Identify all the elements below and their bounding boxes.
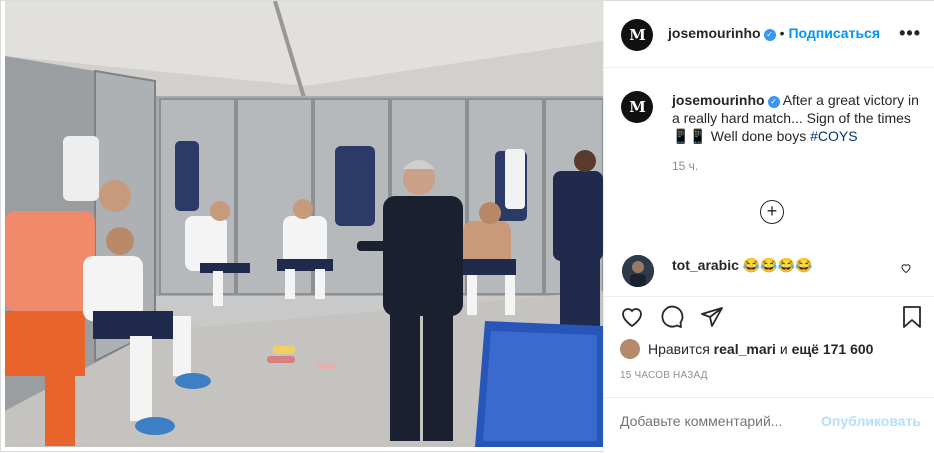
likes-prefix: Нравится [648, 341, 710, 357]
header-line: josemourinho ✓ • Подписаться [668, 25, 880, 41]
commenter-username[interactable]: tot_arabic [672, 257, 739, 273]
add-comment-bar: Опубликовать [604, 397, 934, 447]
caption-avatar-monogram: M [629, 98, 646, 116]
share-icon[interactable] [700, 305, 724, 329]
instagram-post: M josemourinho ✓ • Подписаться ••• M josemo… [0, 0, 934, 453]
caption-time: 15 ч. [672, 159, 699, 173]
heart-icon[interactable] [620, 305, 644, 329]
more-options-icon[interactable]: ••• [899, 23, 921, 44]
author-avatar[interactable]: M [621, 19, 653, 51]
publish-button[interactable]: Опубликовать [821, 413, 921, 429]
verified-badge-icon: ✓ [763, 29, 776, 41]
bookmark-icon[interactable] [900, 305, 924, 329]
caption-text-block: josemourinho ✓ After a great victory in a… [672, 91, 920, 145]
caption-verified-badge-icon: ✓ [767, 96, 780, 108]
post-header: M josemourinho ✓ • Подписаться ••• [604, 1, 934, 68]
add-comments-icon[interactable]: + [760, 200, 784, 224]
action-bar [604, 296, 934, 336]
caption-username[interactable]: josemourinho [672, 92, 765, 108]
post-photo[interactable] [5, 1, 603, 447]
separator-dot: • [779, 25, 785, 41]
locker-room-photo [5, 1, 603, 447]
add-comment-input[interactable] [620, 413, 820, 429]
commenter-avatar[interactable] [622, 255, 654, 287]
liker-avatar[interactable] [620, 339, 640, 359]
caption-avatar[interactable]: M [621, 91, 653, 123]
author-username[interactable]: josemourinho [668, 25, 761, 41]
caption-hashtag[interactable]: #COYS [810, 128, 857, 144]
posted-time[interactable]: 15 ЧАСОВ НАЗАД [620, 370, 708, 381]
avatar-monogram: M [629, 26, 646, 44]
comment-item: tot_arabic 😂😂😂😂 [620, 255, 920, 287]
post-sidebar: M josemourinho ✓ • Подписаться ••• M josemo… [603, 1, 934, 453]
comment-text: 😂😂😂😂 [742, 257, 813, 273]
likes-middle: и [779, 341, 788, 357]
commenter-avatar-image [622, 255, 654, 287]
likes-count[interactable]: ещё 171 600 [792, 341, 874, 357]
follow-button[interactable]: Подписаться [788, 25, 880, 41]
comment-like-heart-icon[interactable] [900, 262, 912, 274]
comment-text-line: tot_arabic 😂😂😂😂 [672, 257, 813, 274]
likes-line: Нравится real_mari и ещё 171 600 [620, 339, 873, 359]
liker-username[interactable]: real_mari [714, 341, 776, 357]
comment-icon[interactable] [660, 305, 684, 329]
